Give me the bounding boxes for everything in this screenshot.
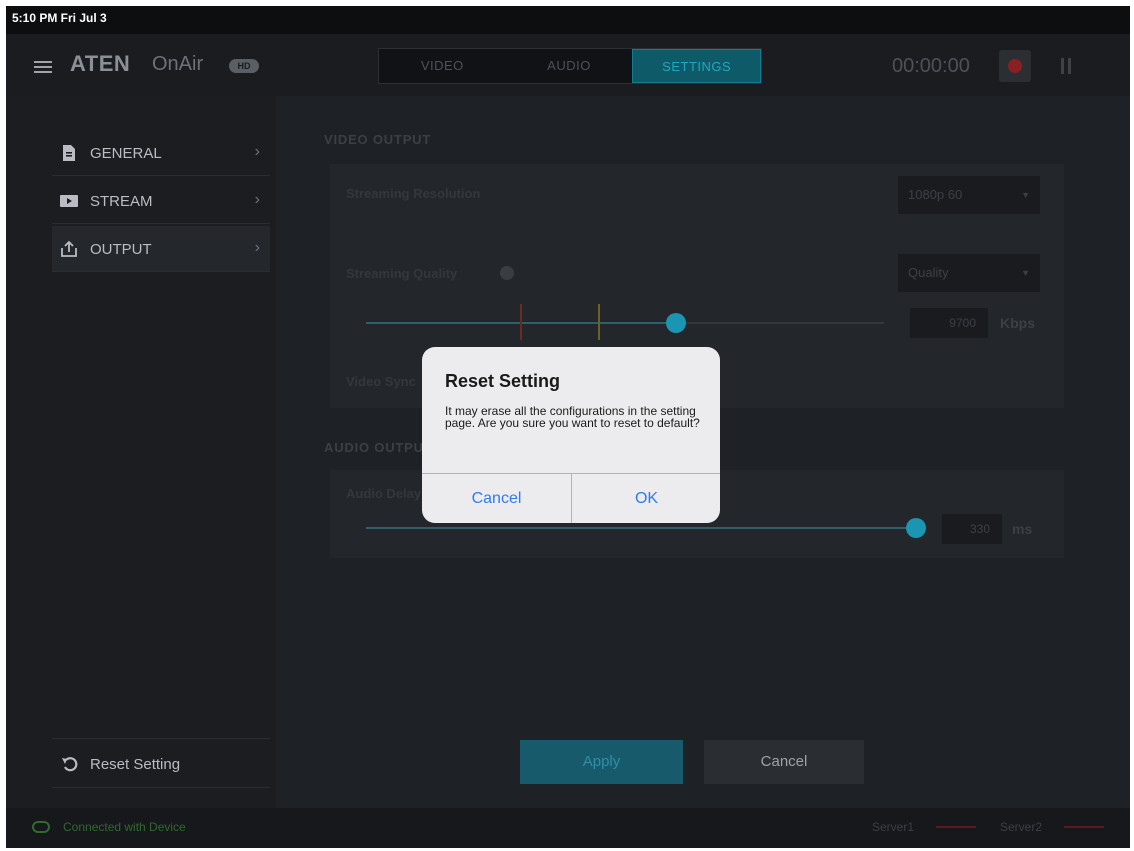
status-bar: 5:10 PM Fri Jul 3 (6, 6, 1130, 34)
dialog-cancel-button[interactable]: Cancel (422, 474, 571, 523)
status-time: 5:10 PM Fri Jul 3 (12, 11, 107, 25)
app-screen: 5:10 PM Fri Jul 3 ATEN OnAir HD VIDEO AU… (6, 6, 1130, 848)
reset-setting-dialog: Reset Setting It may erase all the confi… (422, 347, 720, 523)
dialog-ok-button[interactable]: OK (572, 474, 720, 523)
dialog-title: Reset Setting (445, 371, 561, 391)
dialog-message: It may erase all the configurations in t… (445, 404, 700, 430)
